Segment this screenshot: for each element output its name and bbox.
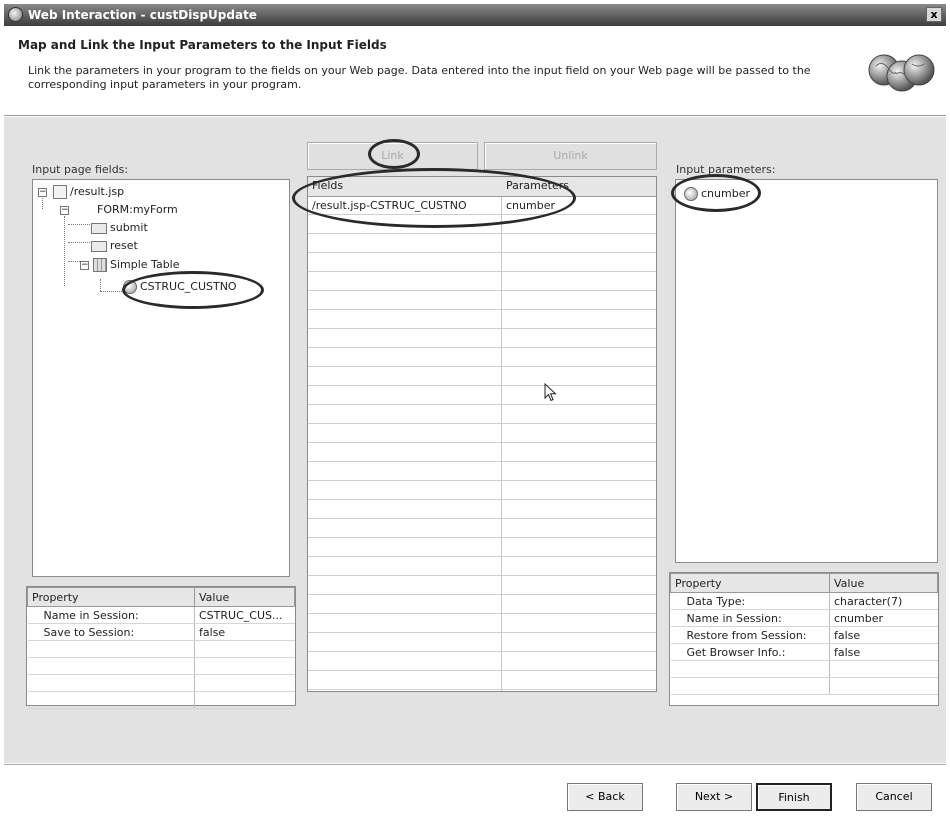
column-header-value: Value bbox=[194, 587, 295, 607]
page-description: Link the parameters in your program to t… bbox=[28, 64, 811, 91]
collapse-icon[interactable]: − bbox=[80, 261, 89, 270]
mouse-pointer-icon bbox=[544, 383, 557, 402]
property-name: Name in Session: bbox=[27, 606, 195, 624]
property-value[interactable]: character(7) bbox=[829, 592, 938, 610]
table-row[interactable]: Restore from Session: false bbox=[670, 626, 938, 644]
unlink-button[interactable]: Unlink bbox=[484, 142, 657, 170]
property-name: Name in Session: bbox=[670, 609, 830, 627]
property-value[interactable]: false bbox=[194, 623, 295, 641]
table-icon bbox=[93, 258, 107, 272]
annotation-oval-field bbox=[122, 271, 264, 309]
button-field-icon bbox=[91, 222, 107, 234]
annotation-oval-link bbox=[368, 139, 420, 169]
table-row[interactable]: Name in Session: CSTRUC_CUS... bbox=[27, 606, 295, 624]
property-name: Restore from Session: bbox=[670, 626, 830, 644]
column-header-property: Property bbox=[670, 573, 830, 593]
property-name: Data Type: bbox=[670, 592, 830, 610]
property-value[interactable]: false bbox=[829, 643, 938, 661]
table-row[interactable]: Data Type: character(7) bbox=[670, 592, 938, 610]
property-name: Get Browser Info.: bbox=[670, 643, 830, 661]
annotation-oval-parameter bbox=[671, 174, 761, 212]
tree-label: reset bbox=[110, 239, 138, 252]
globes-icon bbox=[868, 54, 935, 92]
table-row[interactable]: Name in Session: cnumber bbox=[670, 609, 938, 627]
title-bar: Web Interaction - custDispUpdate x bbox=[4, 4, 946, 26]
tree-label: FORM:myForm bbox=[97, 203, 178, 216]
finish-button[interactable]: Finish bbox=[756, 783, 832, 811]
annotation-oval-mapping bbox=[292, 168, 576, 228]
property-value[interactable]: CSTRUC_CUS... bbox=[194, 606, 295, 624]
mapping-table[interactable]: Fields Parameters /result.jsp-CSTRUC_CUS… bbox=[307, 176, 657, 692]
input-page-fields-tree[interactable]: − /result.jsp − FORM:myForm submit reset… bbox=[32, 179, 290, 577]
tree-label: /result.jsp bbox=[70, 185, 125, 198]
left-properties-table: Property Value Name in Session: CSTRUC_C… bbox=[26, 586, 296, 709]
app-globe-icon bbox=[8, 7, 23, 22]
tree-label: Simple Table bbox=[110, 258, 180, 271]
button-field-icon bbox=[91, 240, 107, 252]
tree-label: submit bbox=[110, 221, 148, 234]
close-button[interactable]: x bbox=[926, 7, 942, 22]
property-name: Save to Session: bbox=[27, 623, 195, 641]
next-button[interactable]: Next > bbox=[676, 783, 752, 811]
window-title: Web Interaction - custDispUpdate bbox=[28, 8, 257, 22]
property-value[interactable]: false bbox=[829, 626, 938, 644]
cancel-button[interactable]: Cancel bbox=[856, 783, 932, 811]
wizard-header: Map and Link the Input Parameters to the… bbox=[4, 26, 946, 116]
table-row[interactable]: Save to Session: false bbox=[27, 623, 295, 641]
right-properties-table: Property Value Data Type: character(7) N… bbox=[669, 572, 939, 706]
tree-item-reset[interactable]: reset bbox=[91, 238, 138, 254]
tree-item-submit[interactable]: submit bbox=[91, 220, 148, 236]
table-row[interactable]: Get Browser Info.: false bbox=[670, 643, 938, 661]
input-parameters-list[interactable]: cnumber bbox=[675, 179, 938, 563]
column-header-value: Value bbox=[829, 573, 938, 593]
column-header-property: Property bbox=[27, 587, 195, 607]
jsp-page-icon bbox=[53, 185, 67, 199]
input-page-fields-label: Input page fields: bbox=[32, 163, 129, 176]
collapse-icon[interactable]: − bbox=[38, 188, 47, 197]
collapse-icon[interactable]: − bbox=[60, 206, 69, 215]
footer-separator bbox=[4, 764, 946, 765]
back-button[interactable]: < Back bbox=[567, 783, 643, 811]
property-value[interactable]: cnumber bbox=[829, 609, 938, 627]
page-title: Map and Link the Input Parameters to the… bbox=[18, 38, 387, 52]
